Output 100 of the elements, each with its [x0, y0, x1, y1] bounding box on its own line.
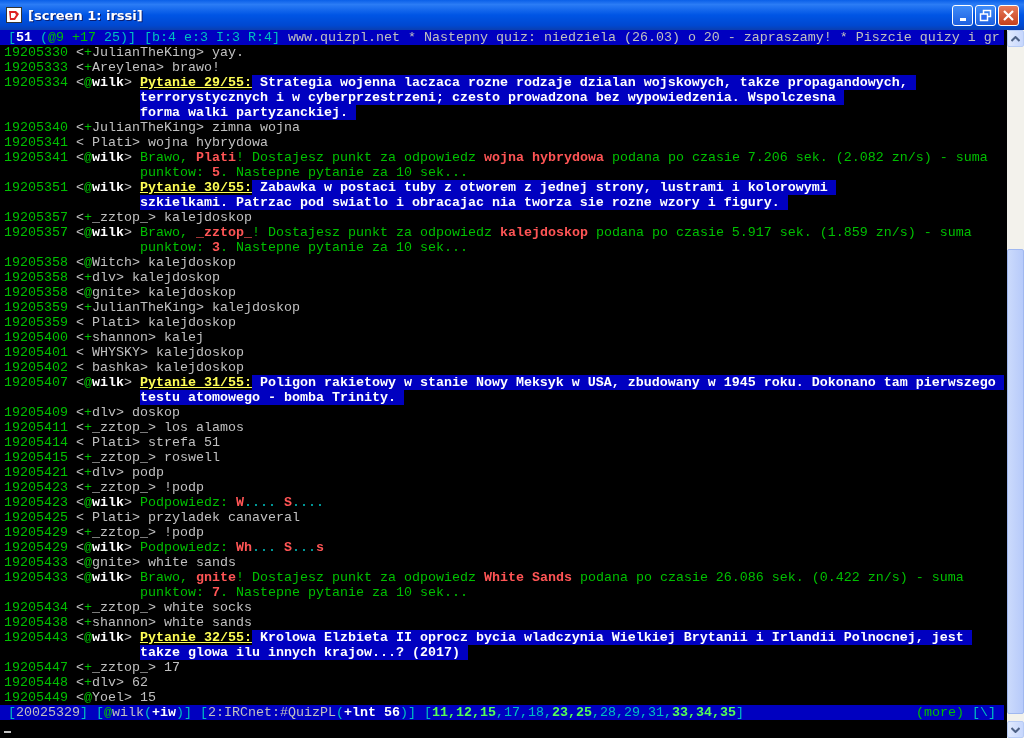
- nick: <@wilk>: [76, 375, 132, 390]
- question-text: takze glowa ilu innych krajow...? (2017): [139, 645, 468, 660]
- message-text: strefa 51: [147, 435, 220, 450]
- question-text: terrorystycznych i w cyberprzestrzeni; czesto prowadzona bez wypowiedzenia. Wspolczesna: [139, 90, 844, 105]
- question-text: szkielkami. Patrzac pod swiatlo i obracajac nia tworza sie rozne wzory i figury.: [139, 195, 788, 210]
- timestamp: 19205449: [4, 690, 68, 705]
- nick: <@Yoel>: [76, 690, 132, 705]
- question-number: Pytanie 32/55:: [139, 630, 252, 645]
- timestamp: 19205402: [4, 360, 68, 375]
- scroll-up-button[interactable]: [1007, 30, 1024, 47]
- message-text: kalejdoskop: [155, 360, 244, 375]
- timestamp: 19205358: [4, 255, 68, 270]
- timestamp: 19205409: [4, 405, 68, 420]
- timestamp: 19205400: [4, 330, 68, 345]
- timestamp: 19205407: [4, 375, 68, 390]
- question-text: forma walki partyzanckiej.: [139, 105, 356, 120]
- nick: < Plati>: [76, 510, 140, 525]
- nick: <+JulianTheKing>: [76, 300, 204, 315]
- timestamp: 19205359: [4, 315, 68, 330]
- message-text: 15: [139, 690, 156, 705]
- timestamp: 19205330: [4, 45, 68, 60]
- nick: < WHYSKY>: [76, 345, 148, 360]
- nick: <@wilk>: [76, 225, 132, 240]
- timestamp: 19205423: [4, 480, 68, 495]
- nick: <+shannon>: [76, 615, 156, 630]
- nick: <@wilk>: [76, 75, 132, 90]
- timestamp: 19205351: [4, 180, 68, 195]
- nick: <+Areylena>: [76, 60, 164, 75]
- text-cursor: [4, 731, 11, 733]
- nick: <+_zztop_>: [76, 480, 156, 495]
- window-title: [screen 1: irssi]: [28, 7, 144, 23]
- nick: <@wilk>: [76, 630, 132, 645]
- message-text: kalejdoskop: [163, 210, 252, 225]
- message-text: Brawo, Plati! Dostajesz punkt za odpowiedz wojna hybrydowa podana po czasie 7.206 sek. (2.082 zn/s) - suma: [139, 150, 988, 165]
- message-text: white sands: [163, 615, 252, 630]
- timestamp: 19205433: [4, 555, 68, 570]
- nick: <@wilk>: [76, 540, 132, 555]
- timestamp: 19205414: [4, 435, 68, 450]
- question-text: Poligon rakietowy w stanie Nowy Meksyk w USA, zbudowany w 1945 roku. Dokonano tam pierwszego: [251, 375, 1004, 390]
- timestamp: 19205443: [4, 630, 68, 645]
- message-text: kalejdoskop: [211, 300, 300, 315]
- question-number: Pytanie 31/55:: [139, 375, 252, 390]
- nick: <+_zztop_>: [76, 600, 156, 615]
- message-text: punktow: 5. Nastepne pytanie za 10 sek...: [139, 165, 468, 180]
- nick: <@wilk>: [76, 495, 132, 510]
- caret-down-icon: [1011, 726, 1020, 733]
- timestamp: 19205358: [4, 270, 68, 285]
- nick: <+_zztop_>: [76, 210, 156, 225]
- nick: <@wilk>: [76, 180, 132, 195]
- message-text: Podpowiedz: W.... S....: [139, 495, 324, 510]
- nick: <+_zztop_>: [76, 660, 156, 675]
- nick: <@wilk>: [76, 570, 132, 585]
- nick: <+JulianTheKing>: [76, 45, 204, 60]
- message-text: los alamos: [163, 420, 244, 435]
- timestamp: 19205341: [4, 135, 68, 150]
- timestamp: 19205448: [4, 675, 68, 690]
- message-text: doskop: [131, 405, 180, 420]
- question-text: testu atomowego - bomba Trinity.: [139, 390, 404, 405]
- message-text: kalejdoskop: [155, 345, 244, 360]
- message-text: zimna wojna: [211, 120, 300, 135]
- message-text: !podp: [163, 525, 204, 540]
- question-text: Zabawka w postaci tuby z otworem z jednej strony, lustrami i kolorowymi: [251, 180, 836, 195]
- status-item: (more): [916, 705, 964, 720]
- message-text: kalejdoskop: [147, 315, 236, 330]
- message-text: wojna hybrydowa: [147, 135, 268, 150]
- message-text: punktow: 3. Nastepne pytanie za 10 sek...: [139, 240, 468, 255]
- question-number: Pytanie 29/55:: [139, 75, 252, 90]
- restore-icon: [979, 8, 992, 22]
- timestamp: 19205357: [4, 210, 68, 225]
- nick: <+dlv>: [76, 405, 124, 420]
- minimize-button[interactable]: [952, 4, 973, 26]
- message-text: !podp: [163, 480, 204, 495]
- timestamp: 19205423: [4, 495, 68, 510]
- message-text: przyladek canaveral: [147, 510, 300, 525]
- nick: < Plati>: [76, 435, 140, 450]
- app-icon: [6, 7, 22, 23]
- scroll-down-button[interactable]: [1007, 721, 1024, 738]
- nick: < Plati>: [76, 315, 140, 330]
- scrollbar[interactable]: [1007, 30, 1024, 738]
- nick: < bashka>: [76, 360, 148, 375]
- scrollbar-thumb[interactable]: [1007, 249, 1024, 715]
- message-text: kalejdoskop: [131, 270, 220, 285]
- timestamp: 19205429: [4, 540, 68, 555]
- timestamp: 19205401: [4, 345, 68, 360]
- message-text: kalejdoskop: [147, 285, 236, 300]
- timestamp: 19205415: [4, 450, 68, 465]
- close-button[interactable]: [998, 4, 1019, 26]
- nick: <+dlv>: [76, 465, 124, 480]
- caret-up-icon: [1011, 35, 1020, 42]
- timestamp: 19205334: [4, 75, 68, 90]
- timestamp: 19205429: [4, 525, 68, 540]
- message-text: roswell: [163, 450, 220, 465]
- restore-button[interactable]: [975, 4, 996, 26]
- timestamp: 19205358: [4, 285, 68, 300]
- nick: <+JulianTheKing>: [76, 120, 204, 135]
- nick: <+dlv>: [76, 675, 124, 690]
- status-item: [20025329]: [8, 705, 88, 720]
- nick: <@wilk>: [76, 150, 132, 165]
- question-number: Pytanie 30/55:: [139, 180, 252, 195]
- timestamp: 19205425: [4, 510, 68, 525]
